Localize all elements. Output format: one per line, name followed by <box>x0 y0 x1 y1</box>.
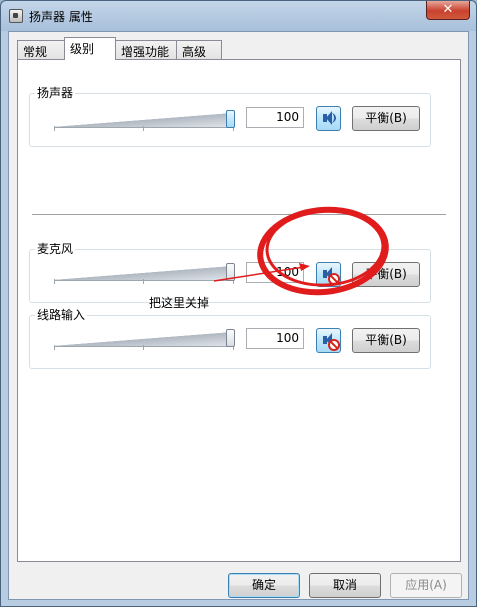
tab-levels[interactable]: 级别 <box>64 37 116 60</box>
tab-advanced[interactable]: 高级 <box>176 40 222 59</box>
apply-button[interactable]: 应用(A) <box>390 573 462 598</box>
red-arrow-head <box>299 263 310 271</box>
speaker-properties-icon <box>9 9 23 23</box>
close-button[interactable]: ✕ <box>426 1 470 20</box>
annotation-overlay <box>213 206 389 296</box>
properties-window: 扬声器 属性 ✕ 常规 级别 增强功能 高级 扬声器 100 平衡(B) 麦克风… <box>0 0 477 607</box>
tab-general[interactable]: 常规 <box>17 40 65 59</box>
annotation-label: 把这里关掉 <box>149 296 210 310</box>
tab-enhancements[interactable]: 增强功能 <box>115 40 177 59</box>
ok-button[interactable]: 确定 <box>228 573 300 598</box>
cancel-button[interactable]: 取消 <box>309 573 381 598</box>
dialog-client: 常规 级别 增强功能 高级 扬声器 100 平衡(B) 麦克风 100 平衡(B… <box>8 31 469 600</box>
window-title: 扬声器 属性 <box>29 10 93 24</box>
levels-panel: 扬声器 100 平衡(B) 麦克风 100 平衡(B) 线路输入 100 平衡(… <box>17 59 461 562</box>
title-bar[interactable]: 扬声器 属性 ✕ <box>1 1 476 31</box>
